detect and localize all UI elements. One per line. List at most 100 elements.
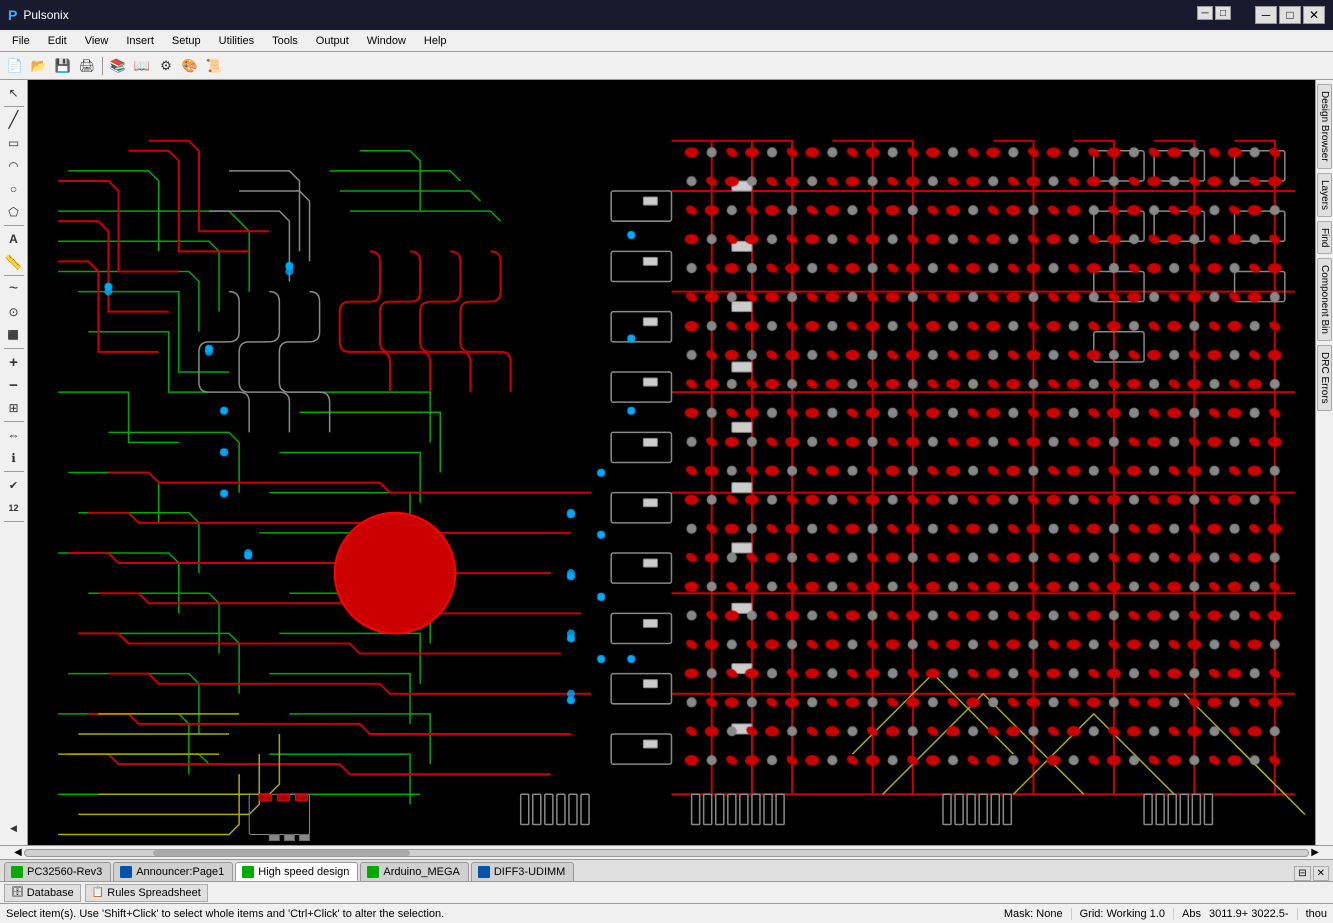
tab-pc32560[interactable]: PC32560-Rev3 [4, 862, 111, 881]
draw-circle-tool[interactable]: ○ [3, 178, 25, 200]
maximize-btn[interactable]: □ [1279, 6, 1301, 24]
menu-tools[interactable]: Tools [264, 33, 306, 49]
menu-bar: File Edit View Insert Setup Utilities To… [0, 30, 1333, 52]
draw-poly-tool[interactable]: ⬠ [3, 201, 25, 223]
tab-pc32560-icon [11, 866, 23, 878]
zoom-in-tool[interactable]: + [3, 351, 25, 373]
tab-announcer-label: Announcer:Page1 [136, 866, 224, 878]
tab-arduino[interactable]: Arduino_MEGA [360, 862, 468, 881]
database-icon: 🗄 [11, 887, 24, 898]
tab-announcer[interactable]: Announcer:Page1 [113, 862, 233, 881]
route-tool[interactable]: ~ [3, 278, 25, 300]
rules-spreadsheet-btn[interactable]: 📋 Rules Spreadsheet [85, 884, 208, 902]
library2-button[interactable]: 📖 [131, 55, 153, 77]
settings-button[interactable]: ⚙ [155, 55, 177, 77]
left-sep-1 [4, 106, 24, 107]
save-button[interactable]: 💾 [52, 55, 74, 77]
database-label: Database [27, 887, 74, 899]
horizontal-scrollbar[interactable]: ◀ ▶ [0, 845, 1333, 859]
tab-arduino-label: Arduino_MEGA [383, 866, 459, 878]
via-tool[interactable]: ⊙ [3, 301, 25, 323]
find-tab[interactable]: Find [1317, 221, 1332, 254]
layers-tab[interactable]: Layers [1317, 173, 1332, 217]
tab-pc32560-label: PC32560-Rev3 [27, 866, 102, 878]
drc-errors-tab[interactable]: DRC Errors [1317, 345, 1332, 411]
units-status: thou [1297, 908, 1327, 920]
draw-arc-tool[interactable]: ◠ [3, 155, 25, 177]
title-bar: P Pulsonix ─ □ ─ □ ✕ [0, 0, 1333, 30]
pcb-svg: BGA_PLACEHOLDER [28, 80, 1315, 845]
new-button[interactable]: 📄 [4, 55, 26, 77]
left-sep-2 [4, 225, 24, 226]
zoom-fit-tool[interactable]: ⊞ [3, 397, 25, 419]
abs-label: Abs [1173, 908, 1201, 920]
menu-help[interactable]: Help [416, 33, 455, 49]
status-bar: Select item(s). Use 'Shift+Click' to sel… [0, 903, 1333, 923]
tab-diff3[interactable]: DIFF3-UDIMM [471, 862, 575, 881]
ruler-tool[interactable]: 📏 [3, 251, 25, 273]
tab-announcer-icon [120, 866, 132, 878]
component-bin-tab[interactable]: Component Bin [1317, 258, 1332, 341]
info-tool[interactable]: ℹ [3, 447, 25, 469]
menu-window[interactable]: Window [359, 33, 414, 49]
right-panel: Design Browser Layers Find Component Bin… [1315, 80, 1333, 845]
measure-tool[interactable]: ⇔ [3, 424, 25, 446]
left-sep-3 [4, 275, 24, 276]
zoom-out-tool[interactable]: − [3, 374, 25, 396]
red-component [335, 513, 456, 634]
minimize-btn[interactable]: ─ [1255, 6, 1277, 24]
expand-left[interactable]: ◀ [3, 817, 25, 839]
colors-button[interactable]: 🎨 [179, 55, 201, 77]
tab-highspeed[interactable]: High speed design [235, 862, 358, 881]
left-sep-5 [4, 421, 24, 422]
database-btn[interactable]: 🗄 Database [4, 884, 81, 902]
rules-spreadsheet-label: Rules Spreadsheet [107, 887, 201, 899]
num-tool[interactable]: 12 [3, 497, 25, 519]
menu-utilities[interactable]: Utilities [211, 33, 262, 49]
left-sep-4 [4, 348, 24, 349]
drc-tool[interactable]: ✔ [3, 474, 25, 496]
menu-output[interactable]: Output [308, 33, 357, 49]
menu-setup[interactable]: Setup [164, 33, 209, 49]
scroll-left-btn[interactable]: ◀ [14, 847, 22, 858]
status-message: Select item(s). Use 'Shift+Click' to sel… [6, 908, 444, 920]
script-button[interactable]: 📜 [203, 55, 225, 77]
tab-diff3-label: DIFF3-UDIMM [494, 866, 566, 878]
left-toolbar: ↖ ╱ ▭ ◠ ○ ⬠ A 📏 ~ ⊙ ⬛ + − ⊞ ⇔ ℹ ✔ 12 ◀ [0, 80, 28, 845]
left-sep-7 [4, 521, 24, 522]
status-right: Mask: None Grid: Working 1.0 Abs 3011.9+… [1004, 908, 1327, 920]
draw-line-tool[interactable]: ╱ [3, 109, 25, 131]
pad-tool[interactable]: ⬛ [3, 324, 25, 346]
library-button[interactable]: 📚 [107, 55, 129, 77]
menu-file[interactable]: File [4, 33, 38, 49]
h-scroll-thumb[interactable] [153, 850, 410, 856]
close-btn[interactable]: ✕ [1303, 6, 1325, 24]
left-sep-6 [4, 471, 24, 472]
menu-insert[interactable]: Insert [118, 33, 162, 49]
menu-view[interactable]: View [77, 33, 117, 49]
app-title: Pulsonix [23, 8, 68, 22]
inner-restore-btn[interactable]: ─ [1197, 6, 1213, 20]
text-tool[interactable]: A [3, 228, 25, 250]
tab-controls: ⊟ ✕ [1294, 866, 1329, 881]
menu-edit[interactable]: Edit [40, 33, 75, 49]
select-tool[interactable]: ↖ [3, 82, 25, 104]
print-button[interactable]: 🖨 [76, 55, 98, 77]
tab-list-btn[interactable]: ⊟ [1294, 866, 1310, 881]
toolbar: 📄 📂 💾 🖨 📚 📖 ⚙ 🎨 📜 [0, 52, 1333, 80]
spreadsheet-icon: 📋 [92, 887, 104, 898]
coords-status: 3011.9+ 3022.5- [1209, 908, 1289, 920]
h-scroll-track[interactable] [24, 849, 1310, 857]
toolbar-sep-1 [102, 57, 103, 75]
inner-maximize-btn[interactable]: □ [1215, 6, 1231, 20]
tab-close-btn[interactable]: ✕ [1313, 866, 1329, 881]
draw-rect-tool[interactable]: ▭ [3, 132, 25, 154]
app-icon: P [8, 7, 17, 23]
tab-bar: PC32560-Rev3 Announcer:Page1 High speed … [0, 859, 1333, 881]
pcb-canvas[interactable]: BGA_PLACEHOLDER [28, 80, 1315, 845]
open-button[interactable]: 📂 [28, 55, 50, 77]
scroll-right-btn[interactable]: ▶ [1311, 847, 1319, 858]
grid-status: Grid: Working 1.0 [1071, 908, 1165, 920]
design-browser-tab[interactable]: Design Browser [1317, 84, 1332, 169]
tab-diff3-icon [478, 866, 490, 878]
